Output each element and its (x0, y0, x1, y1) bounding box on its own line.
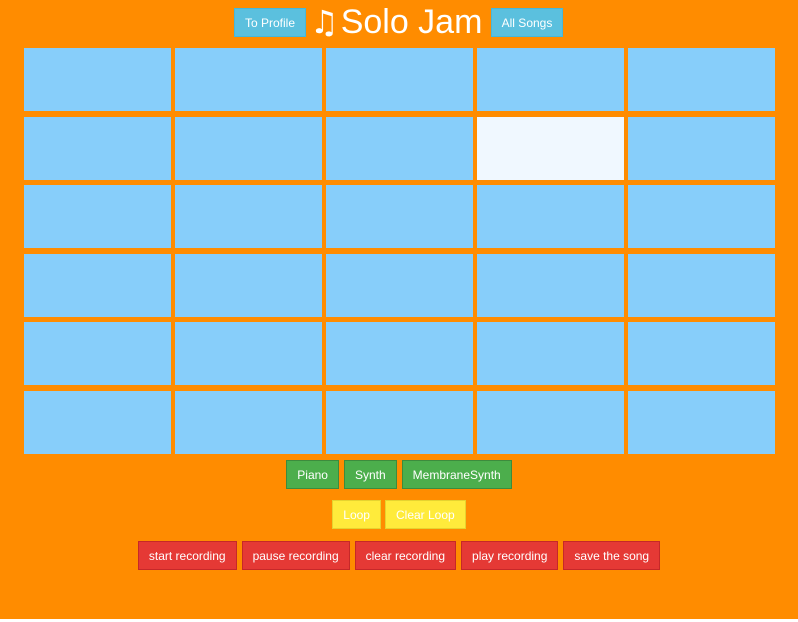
pad-r2-c3[interactable] (326, 116, 473, 180)
pad-r2-c5[interactable] (628, 116, 775, 180)
pad-r2-c2[interactable] (175, 116, 322, 180)
pad-r3-c1[interactable] (24, 185, 171, 248)
membrane-synth-button[interactable]: MembraneSynth (401, 460, 512, 489)
page-title-text: Solo Jam (340, 2, 483, 41)
save-song-button[interactable]: save the song (563, 541, 661, 570)
pad-r4-c3[interactable] (326, 253, 473, 317)
pad-r5-c5[interactable] (628, 322, 775, 385)
pad-r5-c4[interactable] (477, 322, 624, 385)
pad-r1-c3[interactable] (326, 48, 473, 111)
loop-button[interactable]: Loop (332, 500, 381, 529)
pad-r6-c3[interactable] (326, 390, 473, 454)
pad-r3-c2[interactable] (175, 185, 322, 248)
pad-r1-c1[interactable] (24, 48, 171, 111)
synth-button[interactable]: Synth (343, 460, 397, 489)
pause-recording-button[interactable]: pause recording (241, 541, 350, 570)
all-songs-button[interactable]: All Songs (491, 8, 563, 37)
piano-button[interactable]: Piano (286, 460, 339, 489)
pad-r5-c3[interactable] (326, 322, 473, 385)
pad-r1-c4[interactable] (477, 48, 624, 111)
pad-r4-c2[interactable] (175, 253, 322, 317)
pad-r6-c4[interactable] (477, 390, 624, 454)
page-title: ♫ Solo Jam (310, 2, 482, 42)
instrument-selector: Piano Synth MembraneSynth (0, 460, 798, 489)
pad-r4-c5[interactable] (628, 253, 775, 317)
pad-r5-c2[interactable] (175, 322, 322, 385)
recording-controls: start recording pause recording clear re… (0, 541, 798, 570)
pad-r2-c1[interactable] (24, 116, 171, 180)
pad-r1-c2[interactable] (175, 48, 322, 111)
start-recording-button[interactable]: start recording (137, 541, 237, 570)
pad-r6-c5[interactable] (628, 390, 775, 454)
play-recording-button[interactable]: play recording (461, 541, 559, 570)
to-profile-button[interactable]: To Profile (234, 8, 306, 37)
pad-r5-c1[interactable] (24, 322, 171, 385)
pad-r4-c1[interactable] (24, 253, 171, 317)
pad-r2-c4[interactable] (477, 116, 624, 180)
music-note-icon: ♫ (310, 3, 339, 41)
loop-controls: Loop Clear Loop (0, 500, 798, 529)
pad-r3-c5[interactable] (628, 185, 775, 248)
pad-r4-c4[interactable] (477, 253, 624, 317)
clear-recording-button[interactable]: clear recording (354, 541, 457, 570)
pad-r3-c4[interactable] (477, 185, 624, 248)
clear-loop-button[interactable]: Clear Loop (384, 500, 466, 529)
pad-grid (24, 48, 775, 454)
pad-r1-c5[interactable] (628, 48, 775, 111)
header: To Profile ♫ Solo Jam All Songs (0, 0, 798, 44)
pad-r6-c1[interactable] (24, 390, 171, 454)
pad-r3-c3[interactable] (326, 185, 473, 248)
pad-r6-c2[interactable] (175, 390, 322, 454)
